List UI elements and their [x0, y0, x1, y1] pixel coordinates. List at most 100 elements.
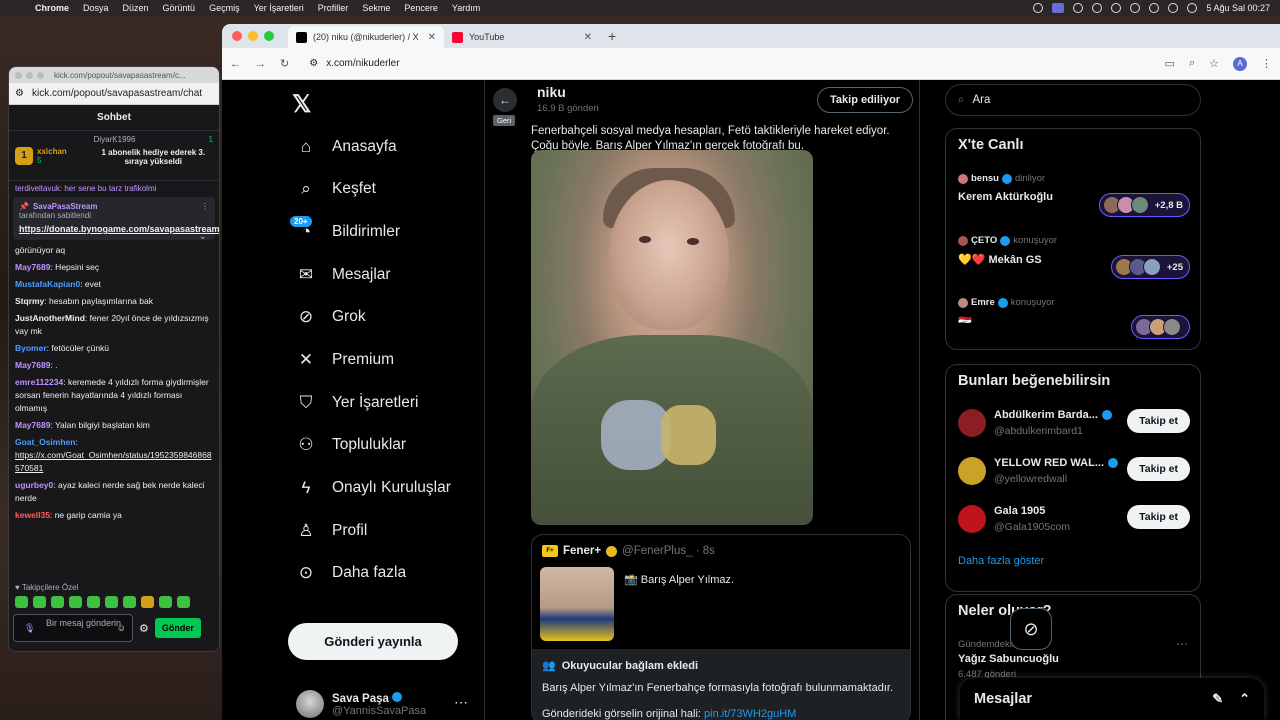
chat-username[interactable]: MustafaKapian0 [15, 279, 80, 289]
close-tab-icon[interactable]: ✕ [584, 32, 592, 43]
quote-thumbnail[interactable] [540, 567, 614, 641]
follow-button[interactable]: Takip et [1127, 505, 1190, 529]
focus-icon[interactable] [1073, 3, 1084, 13]
chat-username[interactable]: ugurbey0 [15, 480, 53, 490]
new-tab-button[interactable]: + [600, 28, 624, 44]
minimize-window-button[interactable] [248, 31, 258, 41]
menu-item[interactable]: Yer İşaretleri [247, 3, 311, 13]
menu-item[interactable]: Görüntü [156, 3, 203, 13]
follow-button[interactable]: Takip et [1127, 457, 1190, 481]
post-button[interactable]: Gönderi yayınla [288, 623, 458, 660]
zoom-window-button[interactable] [37, 71, 44, 79]
emote-icon[interactable] [69, 596, 82, 608]
account-switcher[interactable]: Sava Paşa @YannisSavaPasa ⋯ [296, 690, 468, 718]
emote-icon[interactable] [87, 596, 100, 608]
expand-up-icon[interactable]: ⌃ [1239, 691, 1250, 707]
leader-entry-2[interactable]: DiyarK1996 1 1 abonelik hediye ederek 3.… [94, 135, 213, 176]
following-button[interactable]: Takip ediliyor [817, 87, 914, 113]
suggestion-item[interactable]: YELLOW RED WAL... @yellowredwall Takip e… [958, 453, 1190, 493]
more-dots-icon[interactable]: ⋯ [1176, 637, 1188, 651]
nav-communities[interactable]: ⚇ Topluluklar [296, 430, 406, 460]
chat-username[interactable]: Stqrmy [15, 296, 44, 306]
nav-notifications[interactable]: ◔ Bildirimler [296, 217, 400, 247]
send-button[interactable]: Gönder [154, 618, 201, 638]
nav-profile[interactable]: ♙ Profil [296, 516, 367, 546]
chat-message-input[interactable]: 🎙 Bir mesaj gönderin ☺ [13, 614, 133, 642]
menu-kebab-icon[interactable]: ⋮ [1261, 57, 1272, 70]
pinned-streamer[interactable]: SavaPasaStream [33, 202, 98, 211]
nav-explore[interactable]: ⌕ Keşfet [296, 174, 376, 204]
nav-home[interactable]: ⌂ Anasayfa [296, 132, 397, 162]
listener-pill[interactable]: +2,8 B [1098, 193, 1190, 217]
grok-floating-button[interactable]: ⊘ [1010, 608, 1052, 650]
search-input[interactable]: ⌕ Ara [945, 84, 1201, 116]
quote-author-name[interactable]: Fener+ [563, 545, 601, 557]
chat-username[interactable]: emre112234 [15, 377, 63, 387]
chat-username[interactable]: May7689 [15, 420, 50, 430]
bluetooth-icon[interactable] [1092, 3, 1103, 13]
emote-icon[interactable] [123, 596, 136, 608]
trend-topic[interactable]: Yağız Sabuncuoğlu [958, 653, 1059, 665]
mic-icon[interactable]: 🎙 [24, 623, 35, 633]
bookmark-star-icon[interactable]: ☆ [1209, 57, 1219, 70]
emote-icon[interactable] [33, 596, 46, 608]
suggestion-item[interactable]: Abdülkerim Barda... @abdulkerimbard1 Tak… [958, 405, 1190, 445]
menu-item[interactable]: Düzen [116, 3, 156, 13]
new-message-icon[interactable]: ✎ [1212, 691, 1223, 707]
screen-record-icon[interactable] [1033, 3, 1044, 13]
forward-arrow-icon[interactable]: → [255, 58, 266, 70]
settings-gear-icon[interactable]: ⚙ [139, 622, 149, 635]
emoji-icon[interactable]: ☺ [117, 623, 126, 633]
nav-bookmarks[interactable]: ⛉ Yer İşaretleri [296, 388, 419, 418]
display-icon[interactable] [1052, 3, 1065, 13]
siri-icon[interactable] [1187, 3, 1198, 13]
control-center-icon[interactable] [1168, 3, 1179, 13]
chat-username[interactable]: kewell35 [15, 510, 50, 520]
leader-entry-1[interactable]: 1 xxichan 5 [15, 135, 90, 176]
zoom-icon[interactable]: ⌕ [1189, 57, 1195, 70]
spotlight-icon[interactable] [1149, 3, 1160, 13]
close-window-button[interactable] [232, 31, 242, 41]
live-space-item[interactable]: ÇETO konuşuyor 💛❤️ Mekân GS +25 [958, 235, 1190, 279]
menubar-clock[interactable]: 5 Ağu Sal 00:27 [1206, 3, 1270, 13]
chat-username[interactable]: May7689 [15, 360, 50, 370]
messages-drawer[interactable]: Mesajlar ✎ ⌃ [960, 678, 1264, 720]
live-space-item[interactable]: bensu dinliyor Kerem Aktürkoğlu +2,8 B [958, 173, 1190, 217]
chat-url-text[interactable]: kick.com/popout/savapasastream/chat [32, 88, 202, 99]
menu-item[interactable]: Sekme [355, 3, 397, 13]
wifi-icon[interactable] [1130, 3, 1141, 13]
menu-item[interactable]: Profiller [311, 3, 356, 13]
page-info-icon[interactable]: ⚙ [15, 88, 24, 99]
emote-icon[interactable] [105, 596, 118, 608]
back-button[interactable]: ← [493, 88, 517, 112]
chat-username[interactable]: JustAnotherMind [15, 313, 85, 323]
close-window-button[interactable] [15, 71, 22, 79]
quoted-tweet[interactable]: F+ Fener+ @FenerPlus_ · 8s 📸 Barış Alper… [531, 534, 911, 720]
community-note-link[interactable]: pin.it/73WH2guHM [704, 708, 796, 720]
emote-icon[interactable] [15, 596, 28, 608]
nav-grok[interactable]: ⊘ Grok [296, 302, 366, 332]
nav-more[interactable]: ⊙ Daha fazla [296, 558, 406, 588]
emote-icon[interactable] [159, 596, 172, 608]
chevron-down-icon[interactable]: ⌄ [199, 231, 207, 242]
site-settings-icon[interactable]: ⚙ [309, 58, 318, 69]
profile-avatar[interactable]: A [1233, 56, 1247, 71]
address-bar[interactable]: ⚙ x.com/nikuderler [303, 52, 1150, 76]
nav-messages[interactable]: ✉ Mesajlar [296, 260, 391, 290]
listener-pill[interactable] [1131, 315, 1190, 339]
emote-icon[interactable] [51, 596, 64, 608]
tab-youtube[interactable]: YouTube ✕ [444, 26, 600, 48]
minimize-window-button[interactable] [26, 71, 33, 79]
suggestion-item[interactable]: Gala 1905 @Gala1905com Takip et [958, 501, 1190, 541]
follow-button[interactable]: Takip et [1127, 409, 1190, 433]
menu-app-name[interactable]: Chrome [28, 3, 76, 13]
live-space-item[interactable]: Emre konuşuyor 🇮🇶 [958, 297, 1190, 339]
menu-item[interactable]: Pencere [397, 3, 445, 13]
chat-username[interactable]: May7689 [15, 262, 50, 272]
tab-x-profile[interactable]: (20) niku (@nikuderler) / X ✕ [288, 26, 444, 48]
x-logo-icon[interactable]: 𝕏 [292, 90, 311, 119]
unpin-icon[interactable]: ⋮ [201, 202, 209, 211]
nav-premium[interactable]: ✕ Premium [296, 345, 394, 375]
battery-icon[interactable] [1111, 3, 1122, 13]
back-arrow-icon[interactable]: ← [230, 58, 241, 70]
